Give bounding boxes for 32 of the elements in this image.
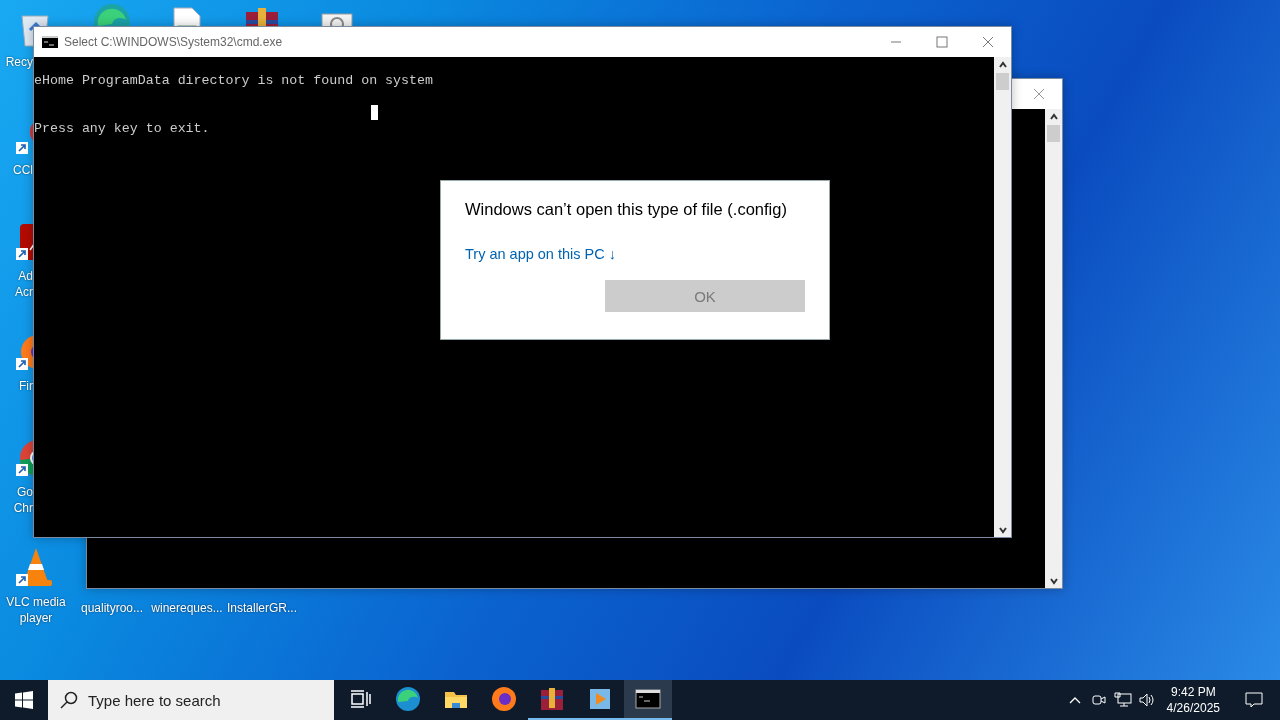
dialog-message: Windows can’t open this type of file (.config) xyxy=(465,200,788,219)
clock[interactable]: 9:42 PM 4/26/2025 xyxy=(1166,684,1220,716)
search-icon xyxy=(60,691,78,709)
scrollbar[interactable] xyxy=(1045,109,1062,588)
clock-date: 4/26/2025 xyxy=(1166,700,1220,716)
icon-label: VLC media player xyxy=(6,594,66,626)
media-player-icon[interactable] xyxy=(587,686,613,712)
try-app-link[interactable]: Try an app on this PC ↓ xyxy=(465,246,616,262)
clock-time: 9:42 PM xyxy=(1170,684,1216,700)
firefox-icon[interactable] xyxy=(491,686,517,712)
archive-books-icon[interactable] xyxy=(539,686,565,712)
window-title: Select C:\WINDOWS\System32\cmd.exe xyxy=(64,35,284,49)
scrollbar[interactable] xyxy=(994,57,1011,537)
icon-label: winereques... xyxy=(151,600,223,616)
icon-label: CCl xyxy=(12,162,33,178)
icon-label: Fir xyxy=(18,378,33,394)
close-icon xyxy=(982,36,994,48)
maximize-icon xyxy=(936,36,948,48)
command-prompt-icon xyxy=(42,36,58,48)
search-field[interactable]: Type here to search xyxy=(48,680,334,720)
icon-label: InstallerGR... xyxy=(227,600,297,616)
icon-label: Go Chr xyxy=(12,484,33,516)
console-output: eHome ProgramData directory is not found on system Press any key to exit. xyxy=(34,72,433,138)
edge-icon[interactable] xyxy=(395,686,421,712)
close-icon xyxy=(1033,88,1045,100)
icon-label: Ad Acr xyxy=(14,268,33,300)
command-prompt-icon[interactable] xyxy=(635,686,661,712)
icon-label: Recy xyxy=(4,54,33,70)
scrollbar-thumb[interactable] xyxy=(996,73,1009,90)
scrollbar-thumb[interactable] xyxy=(1047,125,1060,142)
windows-logo-icon xyxy=(15,691,33,709)
icon-label: qualityroo... xyxy=(80,600,143,616)
